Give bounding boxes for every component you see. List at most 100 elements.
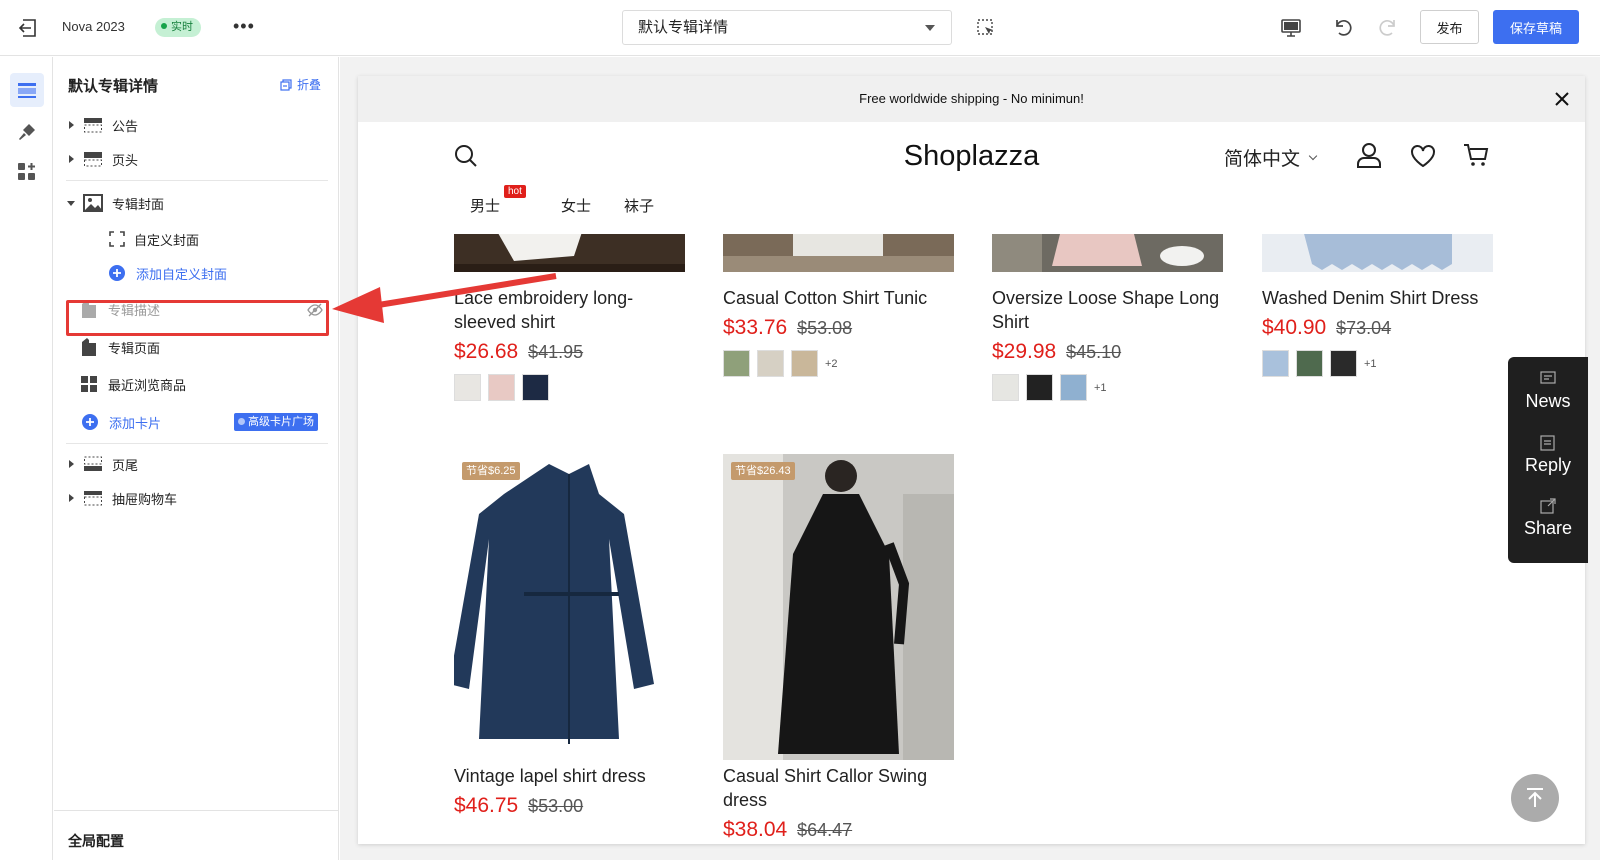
add-custom-cover-button[interactable]: 添加自定义封面 <box>108 258 227 288</box>
product-price: $33.76 $53.08 <box>723 316 954 340</box>
section-label: 页头 <box>112 152 139 168</box>
user-icon[interactable] <box>1356 142 1382 168</box>
search-icon[interactable] <box>454 144 478 168</box>
section-album-cover[interactable]: 专辑封面 <box>64 188 164 218</box>
section-album-page[interactable]: 专辑页面 <box>78 332 160 362</box>
section-announcement[interactable]: 公告 <box>64 110 138 140</box>
section-header[interactable]: 页头 <box>64 144 138 174</box>
language-label: 简体中文 <box>1224 149 1301 170</box>
hidden-eye-icon[interactable] <box>307 302 323 318</box>
exit-icon[interactable] <box>18 17 40 39</box>
swatch-0[interactable] <box>454 374 481 401</box>
product-image[interactable]: 节省$6.25 <box>454 454 685 760</box>
add-card-button[interactable]: 添加卡片 <box>81 407 161 437</box>
sale-price: $46.75 <box>454 794 519 817</box>
store-preview: Lace embroidery long-sleeved shirt $26.6… <box>358 76 1585 844</box>
rail-apps-button[interactable] <box>10 155 44 189</box>
heart-icon[interactable] <box>1410 143 1436 169</box>
desktop-icon[interactable] <box>1280 17 1302 39</box>
product-info: Casual Cotton Shirt Tunic $33.76 $53.08 … <box>723 286 954 377</box>
brush-icon <box>19 124 35 140</box>
redo-icon[interactable] <box>1377 16 1399 38</box>
save-draft-button[interactable]: 保存草稿 <box>1493 10 1579 44</box>
block-custom-cover[interactable]: 自定义封面 <box>108 224 199 254</box>
swatch-2[interactable] <box>791 350 818 377</box>
section-album-description[interactable]: 专辑描述 <box>78 294 323 324</box>
announcement-bar: Free worldwide shipping - No minimun! <box>358 76 1585 122</box>
arrow-up-icon <box>1527 788 1543 807</box>
swatch-list <box>454 374 685 401</box>
rail-sections-button[interactable] <box>10 73 44 107</box>
footer-section-icon <box>84 456 102 471</box>
image-section-icon <box>83 194 103 212</box>
more-swatches: +1 <box>1364 357 1377 370</box>
store-logo[interactable]: Shoplazza <box>904 140 1039 172</box>
section-footer[interactable]: 页尾 <box>64 449 138 479</box>
top-bar: Nova 2023 实时 ••• 默认专辑详情 发布 保存草稿 <box>0 0 1600 56</box>
sections-panel: 默认专辑详情 折叠 公告 页头 专辑封面 自定义封面 添加自定义封面 专辑描述 … <box>54 57 339 860</box>
swatch-0[interactable] <box>723 350 750 377</box>
compare-price: $41.95 <box>528 342 584 362</box>
close-icon[interactable] <box>1553 90 1571 108</box>
section-label: 专辑页面 <box>108 340 161 356</box>
swatch-0[interactable] <box>1262 350 1289 377</box>
product-title[interactable]: Oversize Loose Shape Long Shirt <box>992 286 1223 334</box>
announcement-section-icon <box>84 118 102 133</box>
expand-icon[interactable] <box>64 152 78 166</box>
nav-women[interactable]: 女士 <box>561 195 591 216</box>
undo-icon[interactable] <box>1332 16 1354 38</box>
more-menu-button[interactable]: ••• <box>233 17 255 35</box>
collapse-label: 折叠 <box>297 78 322 92</box>
share-button[interactable]: Share <box>1508 498 1588 539</box>
section-recently-viewed[interactable]: 最近浏览商品 <box>78 369 186 399</box>
news-button[interactable]: News <box>1508 371 1588 412</box>
product-card[interactable]: 节省$6.25 Vintage lapel shirt dress $46.75… <box>454 454 685 844</box>
rail-theme-button[interactable] <box>10 115 44 149</box>
cart-icon[interactable] <box>1463 142 1489 168</box>
product-title[interactable]: Casual Cotton Shirt Tunic <box>723 286 954 310</box>
product-price: $29.98 $45.10 <box>992 340 1223 364</box>
swatch-1[interactable] <box>1026 374 1053 401</box>
product-card[interactable]: 节省$26.43 Casual Shirt Callor Swing dress… <box>723 454 954 844</box>
expand-icon[interactable] <box>64 457 78 471</box>
swatch-0[interactable] <box>992 374 1019 401</box>
nav-socks[interactable]: 袜子 <box>624 195 654 216</box>
swatch-2[interactable] <box>522 374 549 401</box>
product-title[interactable]: Washed Denim Shirt Dress <box>1262 286 1493 310</box>
section-label: 页尾 <box>112 457 139 473</box>
global-config-footer[interactable]: 全局配置 <box>54 810 339 860</box>
swatch-1[interactable] <box>757 350 784 377</box>
expand-icon[interactable] <box>64 491 78 505</box>
expand-icon[interactable] <box>64 118 78 132</box>
product-info: Washed Denim Shirt Dress $40.90 $73.04 +… <box>1262 286 1493 377</box>
swatch-1[interactable] <box>488 374 515 401</box>
product-title[interactable]: Lace embroidery long-sleeved shirt <box>454 286 685 334</box>
swatch-2[interactable] <box>1330 350 1357 377</box>
swatch-1[interactable] <box>1296 350 1323 377</box>
back-to-top-button[interactable] <box>1511 774 1559 822</box>
advanced-card-plaza-link[interactable]: 高级卡片广场 <box>234 413 318 431</box>
section-drawer-cart[interactable]: 抽屉购物车 <box>64 483 177 513</box>
news-icon <box>1540 371 1556 384</box>
global-config-label: 全局配置 <box>68 833 124 849</box>
language-selector[interactable]: 简体中文 <box>1224 144 1318 171</box>
publish-button[interactable]: 发布 <box>1420 10 1479 44</box>
product-title[interactable]: Casual Shirt Callor Swing dress <box>723 764 954 812</box>
product-title[interactable]: Vintage lapel shirt dress <box>454 764 685 788</box>
add-circle-icon <box>109 265 125 281</box>
divider <box>66 443 328 444</box>
page-template-select[interactable]: 默认专辑详情 <box>622 10 952 45</box>
nav-men[interactable]: 男士 <box>470 195 500 216</box>
swatch-2[interactable] <box>1060 374 1087 401</box>
selection-icon[interactable] <box>976 18 996 38</box>
store-header: Shoplazza 简体中文 男士 hot 女士 袜子 <box>358 122 1585 234</box>
collapse-button[interactable]: 折叠 <box>280 76 321 93</box>
compare-price: $53.08 <box>797 318 853 338</box>
product-image[interactable]: 节省$26.43 <box>723 454 954 760</box>
collapse-icon[interactable] <box>64 196 78 210</box>
section-label: 专辑描述 <box>108 302 161 318</box>
block-label: 自定义封面 <box>134 232 200 248</box>
section-label: 最近浏览商品 <box>108 377 187 393</box>
product-price: $38.04 $64.47 <box>723 818 954 842</box>
reply-button[interactable]: Reply <box>1508 435 1588 476</box>
